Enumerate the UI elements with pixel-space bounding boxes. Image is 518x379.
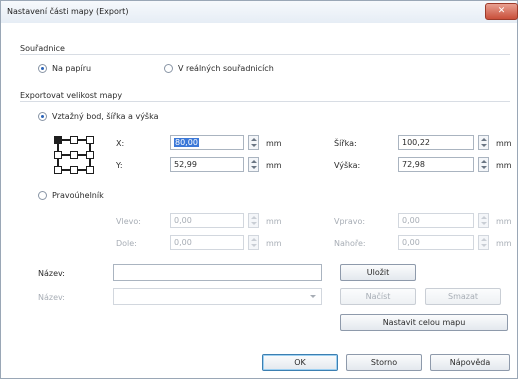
point-size-radio[interactable]	[38, 112, 47, 121]
bottom-field[interactable]: 0,00	[170, 235, 244, 250]
anchor-link-line	[57, 159, 59, 166]
top-field[interactable]: 0,00	[398, 235, 474, 250]
spin-down-icon[interactable]	[251, 166, 257, 169]
spin-down-icon[interactable]	[481, 166, 487, 169]
y-label: Y:	[116, 161, 123, 170]
preset-label: Název:	[38, 293, 65, 302]
anchor-link-line	[89, 144, 91, 151]
spin-up-icon[interactable]	[251, 216, 257, 219]
spin-down-icon[interactable]	[481, 244, 487, 247]
spin-down-icon[interactable]	[251, 222, 257, 225]
coords-paper-radio[interactable]	[38, 64, 47, 73]
coords-group-label: Souřadnice	[20, 44, 65, 53]
anchor-link-line	[78, 169, 86, 171]
anchor-bottom-right[interactable]	[86, 166, 94, 174]
top-unit: mm	[496, 239, 512, 248]
left-spinner[interactable]	[248, 213, 259, 228]
anchor-link-line	[62, 139, 70, 141]
anchor-link-line	[62, 169, 70, 171]
cancel-button[interactable]: Storno	[346, 354, 422, 371]
height-spinner[interactable]	[478, 157, 489, 172]
bottom-spinner[interactable]	[248, 235, 259, 250]
x-field-value: 80,00	[174, 138, 199, 147]
anchor-top-left[interactable]	[54, 136, 62, 144]
bottom-label: Dole:	[116, 239, 137, 248]
spin-up-icon[interactable]	[481, 238, 487, 241]
close-icon: ✕	[497, 6, 506, 16]
anchor-link-line	[62, 154, 70, 156]
export-size-group-label: Exportovat velikost mapy	[20, 91, 123, 100]
chevron-down-icon[interactable]	[310, 295, 316, 298]
spin-down-icon[interactable]	[251, 244, 257, 247]
x-field[interactable]: 80,00	[170, 135, 244, 150]
left-unit: mm	[266, 217, 282, 226]
y-field[interactable]: 52,99	[170, 157, 244, 172]
spin-up-icon[interactable]	[251, 238, 257, 241]
height-label: Výška:	[334, 161, 361, 170]
coords-paper-label: Na papíru	[52, 64, 92, 73]
x-unit: mm	[266, 139, 282, 148]
spin-up-icon[interactable]	[251, 160, 257, 163]
preset-combo[interactable]	[113, 288, 322, 305]
anchor-middle-left[interactable]	[54, 151, 62, 159]
anchor-link-line	[78, 139, 86, 141]
close-button[interactable]: ✕	[485, 3, 518, 20]
anchor-link-line	[78, 154, 86, 156]
anchor-bottom-left[interactable]	[54, 166, 62, 174]
ok-button[interactable]: OK	[262, 354, 338, 371]
width-label: Šířka:	[334, 139, 357, 148]
rectangle-radio[interactable]	[38, 191, 47, 200]
right-field[interactable]: 0,00	[398, 213, 474, 228]
anchor-top-center[interactable]	[70, 136, 78, 144]
coords-real-label: V reálných souřadnicích	[178, 64, 274, 73]
width-field[interactable]: 100,22	[398, 135, 474, 150]
anchor-middle-right[interactable]	[86, 151, 94, 159]
bottom-unit: mm	[266, 239, 282, 248]
spin-down-icon[interactable]	[251, 144, 257, 147]
x-spinner[interactable]	[248, 135, 259, 150]
height-field[interactable]: 72,98	[398, 157, 474, 172]
anchor-link-line	[57, 144, 59, 151]
anchor-link-line	[89, 159, 91, 166]
width-spinner[interactable]	[478, 135, 489, 150]
save-button[interactable]: Uložit	[340, 264, 416, 281]
spin-up-icon[interactable]	[481, 160, 487, 163]
set-whole-map-button[interactable]: Nastavit celou mapu	[340, 314, 508, 331]
anchor-point-selector[interactable]	[54, 136, 94, 174]
name-input[interactable]	[113, 264, 322, 281]
y-unit: mm	[266, 161, 282, 170]
anchor-bottom-center[interactable]	[70, 166, 78, 174]
point-size-label: Vztažný bod, šířka a výška	[52, 112, 159, 121]
height-unit: mm	[496, 161, 512, 170]
name-label: Název:	[38, 269, 65, 278]
export-size-separator	[20, 101, 510, 102]
help-button[interactable]: Nápověda	[430, 354, 510, 371]
coords-separator	[20, 54, 510, 55]
load-button[interactable]: Načíst	[340, 288, 416, 305]
anchor-top-right[interactable]	[86, 136, 94, 144]
top-spinner[interactable]	[478, 235, 489, 250]
spin-down-icon[interactable]	[481, 222, 487, 225]
right-unit: mm	[496, 217, 512, 226]
y-spinner[interactable]	[248, 157, 259, 172]
spin-up-icon[interactable]	[251, 138, 257, 141]
right-spinner[interactable]	[478, 213, 489, 228]
spin-down-icon[interactable]	[481, 144, 487, 147]
left-field[interactable]: 0,00	[170, 213, 244, 228]
anchor-center[interactable]	[70, 151, 78, 159]
rectangle-label: Pravoúhelník	[52, 191, 104, 200]
title-bar[interactable]: Nastavení části mapy (Export) ✕	[1, 1, 518, 23]
right-label: Vpravo:	[334, 217, 366, 226]
width-unit: mm	[496, 139, 512, 148]
x-label: X:	[116, 139, 125, 148]
spin-up-icon[interactable]	[481, 216, 487, 219]
window-title: Nastavení části mapy (Export)	[7, 7, 129, 16]
coords-real-radio[interactable]	[164, 64, 173, 73]
top-label: Nahoře:	[334, 239, 366, 248]
left-label: Vlevo:	[116, 217, 141, 226]
spin-up-icon[interactable]	[481, 138, 487, 141]
delete-button[interactable]: Smazat	[425, 288, 501, 305]
